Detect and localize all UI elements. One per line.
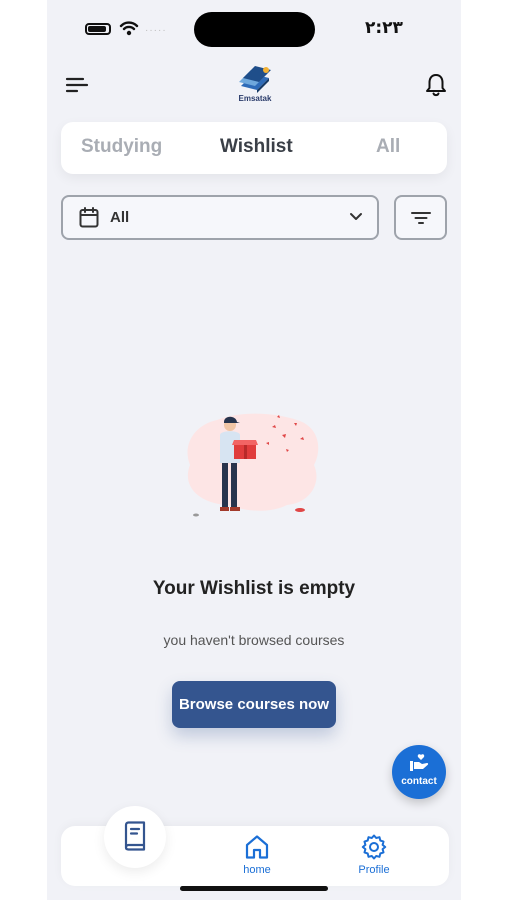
nav-item-profile[interactable]: Profile (352, 834, 396, 878)
browse-courses-button[interactable]: Browse courses now (172, 681, 336, 728)
nav-label-profile: Profile (358, 864, 390, 876)
gear-icon (361, 834, 387, 860)
filter-button[interactable] (394, 195, 447, 240)
signal-indicator: ····· (145, 25, 167, 36)
nav-item-home[interactable]: home (237, 834, 277, 878)
dynamic-island (194, 12, 315, 47)
nav-label-home: home (243, 864, 271, 876)
empty-wishlist-illustration (187, 413, 319, 517)
heart-hand-icon (410, 754, 429, 771)
logo-text: Emsatak (238, 94, 272, 103)
tab-wishlist[interactable]: Wishlist (220, 136, 293, 158)
bell-icon[interactable] (424, 72, 448, 98)
tab-studying[interactable]: Studying (81, 136, 162, 158)
home-indicator (180, 886, 328, 891)
phone-screen: ····· ٢:٢٣ Emsatak Studying Wishlist All… (47, 0, 461, 900)
course-tabs: Studying Wishlist All (61, 122, 447, 174)
home-icon (245, 835, 269, 859)
calendar-icon (79, 207, 99, 228)
status-time: ٢:٢٣ (365, 18, 403, 38)
logo-books-icon (239, 66, 271, 93)
app-logo: Emsatak (233, 64, 277, 106)
chevron-down-icon (350, 213, 362, 220)
empty-state-title: Your Wishlist is empty (152, 578, 356, 599)
status-bar: ····· ٢:٢٣ (47, 0, 461, 60)
my-courses-button[interactable] (104, 806, 166, 868)
empty-state-subtitle: you haven't browsed courses (163, 632, 345, 648)
contact-label: contact (401, 776, 437, 787)
battery-icon (85, 23, 111, 35)
book-icon (124, 821, 146, 851)
app-header: Emsatak (47, 60, 461, 112)
tab-all[interactable]: All (376, 136, 400, 158)
contact-button[interactable]: contact (392, 745, 446, 799)
filter-icon (411, 212, 431, 224)
menu-icon[interactable] (65, 75, 89, 95)
wifi-icon (119, 21, 139, 36)
date-filter-select[interactable]: All (61, 195, 379, 240)
date-filter-value: All (110, 209, 130, 226)
